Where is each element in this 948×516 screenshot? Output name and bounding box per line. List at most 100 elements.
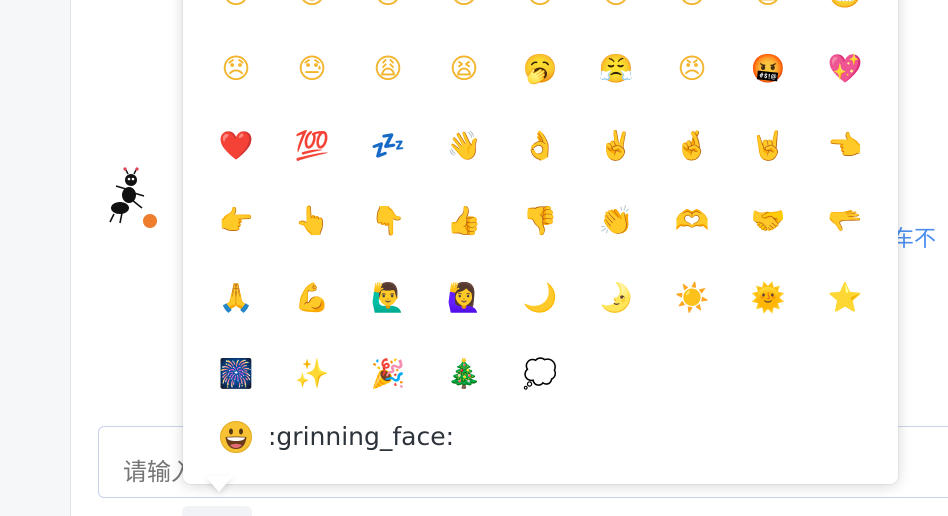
emoji-grid: 😢 😊 😭 😭 😢 😢 😭 🙀 😬 😞 😓 😩 😫 🥱 😤 😠 🤬 💖 ❤️ 💯 💤 👋 👌 ✌️ 🤞 🤘 👈 👉 👆 👇 👍 👎 👏 🫶 🤝 🫳 🙏 💪… [183,0,898,390]
emoji-button[interactable]: 🙋‍♀️ [438,272,490,324]
emoji-glyph: 🙋‍♂️ [370,281,406,314]
emoji-glyph: 🤝 [750,204,786,237]
emoji-button[interactable]: 💖 [819,43,871,95]
emoji-button[interactable]: 🤞 [666,120,718,172]
emoji-glyph: 😭 [676,0,709,8]
emoji-button[interactable]: 🤘 [742,120,794,172]
emoji-button[interactable]: 😢 [514,0,566,20]
emoji-button[interactable]: 🤬 [742,43,794,95]
emoji-button[interactable]: ✌️ [590,120,642,172]
emoji-button[interactable]: ⭐ [819,272,871,324]
background-message-text: 车不 [892,227,937,252]
emoji-button[interactable]: 😭 [438,0,490,20]
emoji-preview-name: :grinning_face: [268,422,455,451]
emoji-glyph: 🎉 [370,357,406,390]
emoji-glyph: 👏 [598,204,634,237]
emoji-glyph: 😫 [449,52,479,85]
emoji-button[interactable]: 🥱 [514,43,566,95]
emoji-button[interactable]: 👌 [514,120,566,172]
emoji-preview-bar: :grinning_face: [183,418,898,464]
emoji-glyph: 💭 [522,357,558,390]
emoji-glyph: 😊 [297,0,326,8]
emoji-button[interactable]: 🤝 [742,195,794,247]
emoji-glyph: 👌 [522,129,558,162]
emoji-glyph: 😢 [221,0,250,8]
emoji-glyph: 💖 [827,52,863,85]
emoji-button[interactable]: 💪 [286,272,338,324]
emoji-button[interactable]: 👋 [438,120,490,172]
emoji-glyph: 👆 [294,204,330,237]
emoji-glyph: 😢 [525,0,554,8]
emoji-button[interactable]: 👎 [514,195,566,247]
emoji-button[interactable]: 🌙 [514,272,566,324]
emoji-button[interactable]: 😤 [590,43,642,95]
emoji-glyph: ☀️ [674,281,710,314]
emoji-button[interactable]: 🙏 [210,272,262,324]
emoji-button[interactable]: 👇 [362,195,414,247]
emoji-picker-panel: 😢 😊 😭 😭 😢 😢 😭 🙀 😬 😞 😓 😩 😫 🥱 😤 😠 🤬 💖 ❤️ 💯 💤 👋 👌 ✌️ 🤞 🤘 👈 👉 👆 👇 👍 👎 👏 🫶 🤝 🫳 🙏 💪… [183,0,898,484]
emoji-button[interactable]: 🌞 [742,272,794,324]
emoji-glyph: 😓 [297,52,327,85]
emoji-button[interactable]: 😫 [438,43,490,95]
emoji-button[interactable]: 😠 [666,43,718,95]
emoji-button[interactable]: 🙀 [742,0,794,20]
emoji-button[interactable]: 😭 [362,0,414,20]
emoji-button[interactable]: 👆 [286,195,338,247]
emoji-glyph: 😭 [448,0,481,8]
emoji-glyph: 👋 [446,129,482,162]
emoji-button[interactable]: 👈 [819,120,871,172]
emoji-button[interactable]: ☀️ [666,272,718,324]
emoji-button[interactable]: 😩 [362,43,414,95]
emoji-button[interactable]: 🎄 [438,348,490,400]
ant-avatar-icon [109,167,159,230]
emoji-button[interactable]: ❤️ [210,120,262,172]
emoji-button[interactable]: 😢 [590,0,642,20]
grinning-face-icon [219,420,253,454]
chat-page: 车不 😢 😊 😭 😭 😢 😢 😭 🙀 😬 😞 😓 😩 😫 🥱 😤 😠 🤬 💖 ❤️ 💯 💤 👋 👌 ✌️ 🤞 🤘 👈 👉 👆 👇 👍 👎 👏 🫶 🤝… [0,0,948,516]
emoji-glyph: 👈 [827,129,863,162]
emoji-button[interactable]: 😞 [210,43,262,95]
emoji-glyph: 😭 [372,0,405,8]
emoji-glyph: 🫶 [674,204,710,237]
emoji-glyph: 💯 [294,129,330,162]
emoji-button[interactable]: 👍 [438,195,490,247]
left-gutter [0,0,71,516]
emoji-button[interactable]: 💯 [286,120,338,172]
emoji-button[interactable]: 😓 [286,43,338,95]
emoji-button[interactable]: 😢 [210,0,262,20]
emoji-glyph: 🙀 [753,0,782,8]
emoji-button[interactable]: 😬 [819,0,871,20]
emoji-button[interactable]: 🌛 [590,272,642,324]
emoji-button[interactable]: 🎉 [362,348,414,400]
emoji-button[interactable]: 💤 [362,120,414,172]
emoji-button[interactable]: 👏 [590,195,642,247]
emoji-glyph: 🎄 [446,357,482,390]
popover-arrow [205,476,233,492]
emoji-glyph: 💪 [294,281,330,314]
emoji-glyph: 🫳 [827,204,863,237]
emoji-glyph: ⭐ [827,281,863,314]
emoji-button[interactable]: 😊 [286,0,338,20]
emoji-button[interactable]: 😭 [666,0,718,20]
emoji-glyph: 👇 [370,204,406,237]
emoji-button[interactable]: 🙋‍♂️ [362,272,414,324]
emoji-glyph: 💤 [370,129,406,162]
emoji-glyph: 😠 [677,52,707,85]
emoji-glyph: 🌙 [522,281,558,314]
emoji-button[interactable]: 🫶 [666,195,718,247]
emoji-toggle-button[interactable] [182,506,252,516]
emoji-glyph: 🌞 [750,281,786,314]
emoji-button[interactable]: ✨ [286,348,338,400]
emoji-button[interactable]: 🫳 [819,195,871,247]
emoji-glyph: 🎆 [218,357,254,390]
emoji-glyph: 🙏 [218,281,254,314]
emoji-glyph: 👍 [446,204,482,237]
emoji-glyph: 😬 [828,0,863,8]
emoji-button[interactable]: 💭 [514,348,566,400]
emoji-button[interactable]: 👉 [210,195,262,247]
avatar[interactable] [104,166,162,230]
emoji-button[interactable]: 🎆 [210,348,262,400]
emoji-glyph: 🙋‍♀️ [446,281,482,314]
emoji-glyph: ❤️ [218,129,254,162]
emoji-glyph: 😤 [598,52,634,85]
